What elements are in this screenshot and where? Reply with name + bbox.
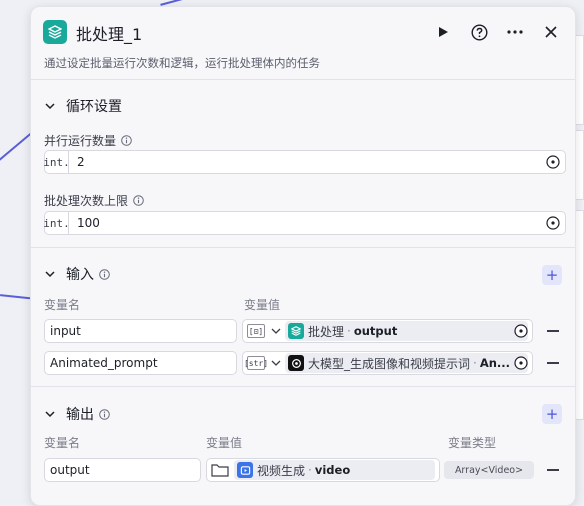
variable-ref-chip[interactable]: 批处理 · output [285,321,528,341]
add-input-button[interactable]: + [542,265,562,285]
max-batch-value[interactable]: 100 [69,216,546,230]
type-prefix: int. [43,212,70,234]
chevron-down-icon [44,268,56,280]
col-header-name: 变量名 [44,436,81,450]
chevron-down-icon [44,100,56,112]
batch-icon [288,323,304,339]
col-header-value: 变量值 [244,298,281,312]
info-icon[interactable] [99,408,110,420]
col-header-type: 变量类型 [448,436,497,450]
canvas-edge [160,0,190,6]
ref-separator: · [347,324,351,338]
ref-source-node: 大模型_生成图像和视频提示词 [308,356,471,371]
plus-icon: + [545,405,559,423]
max-batch-field[interactable]: int. 100 [43,211,566,235]
remove-input-button[interactable] [547,330,559,332]
parallel-count-field[interactable]: int. 2 [43,150,566,174]
variable-ref-icon[interactable] [546,216,560,230]
remove-input-button[interactable] [547,362,559,364]
input-name-field[interactable]: input [44,319,237,343]
run-button[interactable] [431,20,455,44]
remove-output-button[interactable] [547,469,559,471]
max-batch-label: 批处理次数上限 [44,192,144,209]
input-name-field[interactable]: Animated_prompt [44,351,237,375]
section-output[interactable]: 输出 [44,404,110,424]
section-loop-settings[interactable]: 循环设置 [44,96,122,116]
ref-variable: video [314,463,351,477]
output-name-field[interactable]: output [44,458,201,482]
section-title-text: 循环设置 [66,99,122,115]
type-prefix: int. [43,151,70,173]
node-description: 通过设定批量运行次数和逻辑，运行批处理体内的任务 [44,56,320,70]
chevron-down-icon [44,408,56,420]
parallel-count-label: 并行运行数量 [44,132,132,149]
divider [31,247,575,248]
section-title-text: 输出 [66,407,94,423]
chevron-down-icon[interactable] [271,358,281,368]
help-icon [470,23,488,41]
array-type-icon[interactable]: [⊡] [247,324,265,338]
node-config-panel: 批处理_1 通过设定批量运行次数和逻辑，运行批处理体内的任务 循环设置 并行运行… [30,6,576,506]
close-icon [545,26,557,38]
plus-icon: + [545,266,559,284]
folder-icon[interactable] [211,463,229,477]
label-text: 并行运行数量 [44,134,117,148]
canvas-edge [0,130,34,172]
section-title-text: 输入 [66,267,94,283]
col-header-name: 变量名 [44,298,81,312]
more-button[interactable] [503,20,527,44]
parallel-count-value[interactable]: 2 [69,155,546,169]
info-icon[interactable] [133,195,144,206]
ref-source-node: 视频生成 [257,463,306,478]
more-icon [507,30,523,34]
video-icon [237,462,253,478]
batch-icon [43,20,67,44]
ref-variable: An... [479,356,511,370]
variable-ref-icon[interactable] [514,324,528,338]
variable-ref-icon[interactable] [546,155,560,169]
ref-separator: · [308,463,312,477]
input-value-field[interactable]: [str] 大模型_生成图像和视频提示词 · An... [242,351,533,375]
close-button[interactable] [539,20,563,44]
divider [31,386,575,387]
divider [31,79,575,80]
output-value-field[interactable]: 视频生成 · video [206,458,440,482]
string-type-icon[interactable]: [str] [244,356,268,370]
add-output-button[interactable]: + [542,404,562,424]
chevron-down-icon[interactable] [271,326,281,336]
info-icon[interactable] [121,135,132,146]
output-type-badge: Array<Video> [444,461,534,479]
section-input[interactable]: 输入 [44,264,110,284]
llm-icon [288,355,304,371]
label-text: 批处理次数上限 [44,194,129,208]
play-icon [439,27,448,37]
col-header-value: 变量值 [206,436,243,450]
ref-separator: · [473,356,477,370]
variable-ref-icon[interactable] [514,356,528,370]
ref-source-node: 批处理 [308,324,345,339]
node-title[interactable]: 批处理_1 [76,21,142,45]
info-icon[interactable] [99,268,110,280]
input-value-field[interactable]: [⊡] 批处理 · output [242,319,533,343]
panel-header: 批处理_1 通过设定批量运行次数和逻辑，运行批处理体内的任务 [31,7,575,79]
ref-variable: output [353,324,398,338]
variable-ref-chip[interactable]: 视频生成 · video [234,460,435,480]
variable-ref-chip[interactable]: 大模型_生成图像和视频提示词 · An... [285,353,528,373]
help-button[interactable] [467,20,491,44]
